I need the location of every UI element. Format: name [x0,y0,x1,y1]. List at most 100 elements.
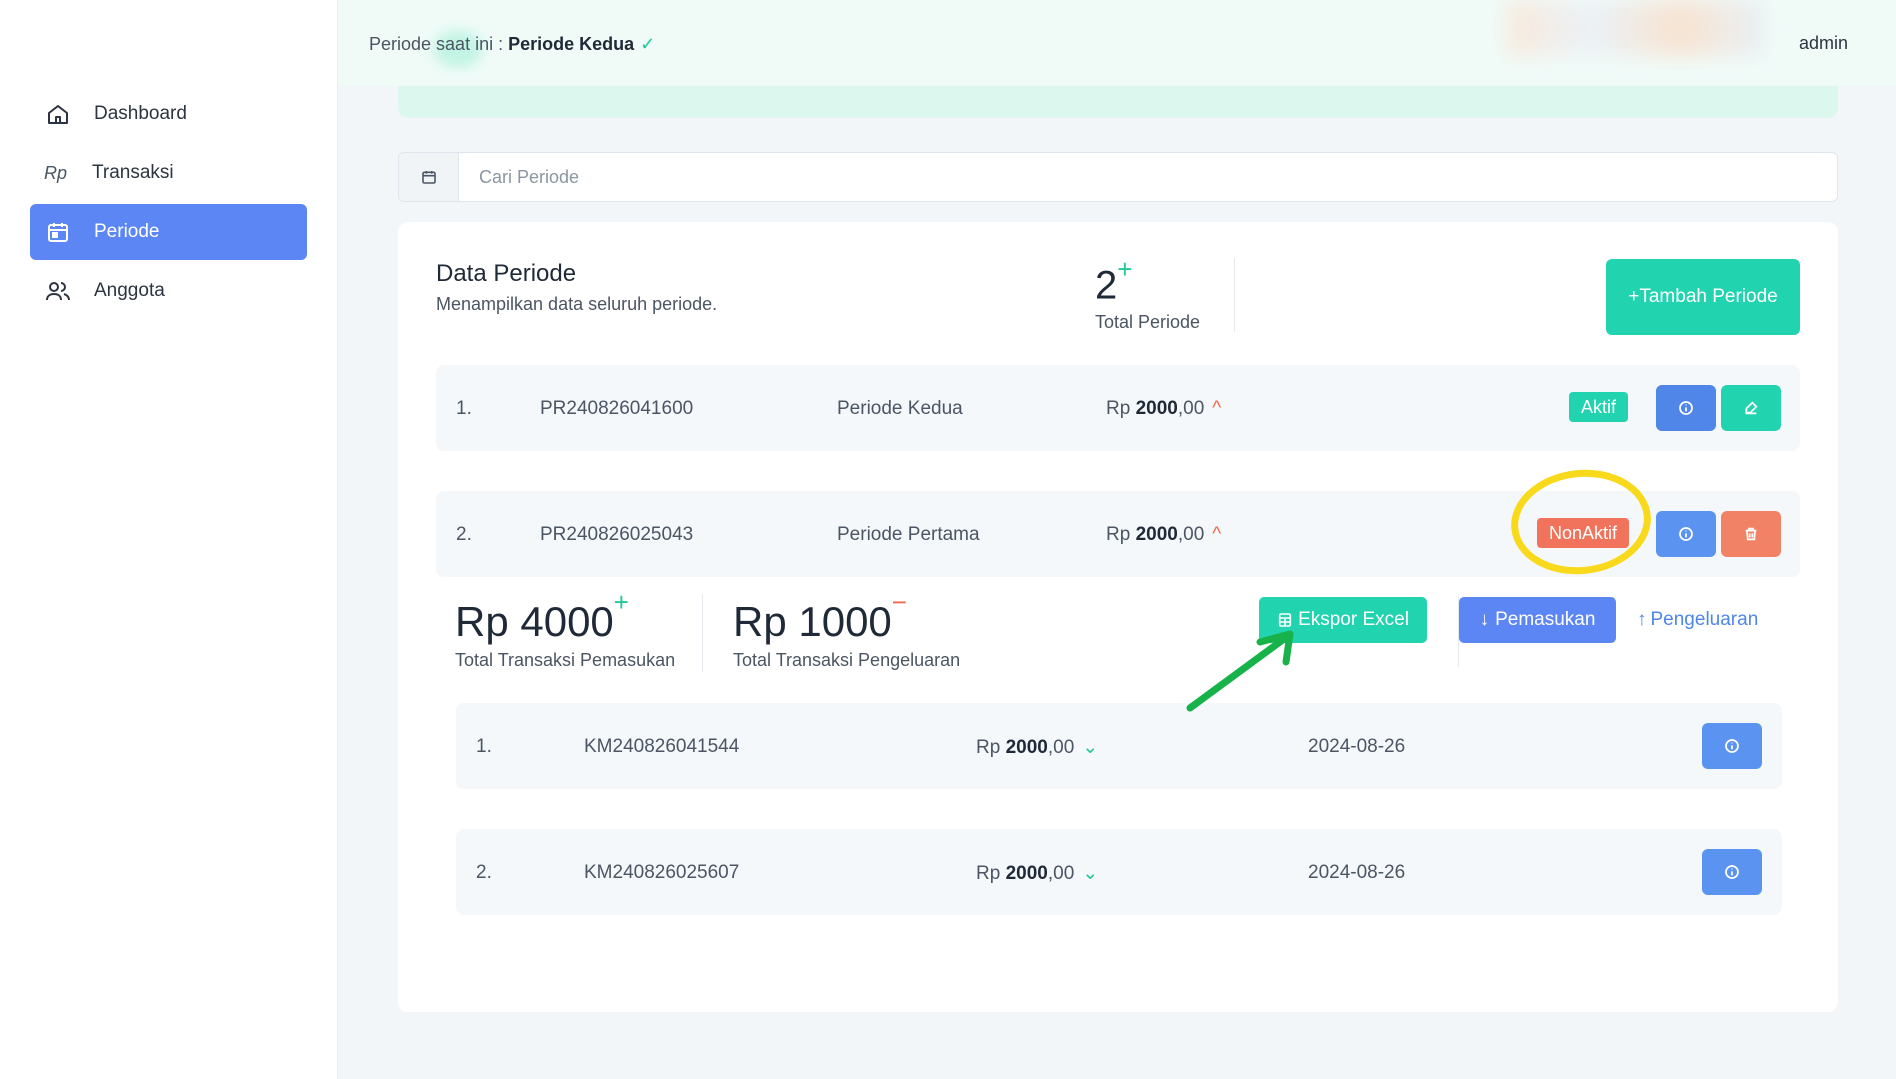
currency: Rp [1106,524,1131,545]
sidebar-item-transaksi[interactable]: Rp Transaksi [30,145,307,201]
divider [1234,258,1235,332]
total-expense: Rp 1000− [733,587,907,646]
sidebar-item-label: Dashboard [94,103,187,124]
period-name: Periode Kedua [837,398,963,419]
currency: Rp [1106,398,1131,419]
delete-button[interactable] [1721,511,1781,557]
current-period-prefix: Periode saat ini : [369,34,504,54]
rupiah-icon: Rp [44,162,68,183]
period-amount: Rp 2000,00 ^ [1106,398,1221,420]
chevron-up-icon: ^ [1212,524,1222,545]
detail-button[interactable] [1702,849,1762,895]
tab-pemasukan-label: Pemasukan [1495,609,1596,630]
sidebar-item-dashboard[interactable]: Dashboard [30,86,307,142]
transaction-amount: Rp 2000,00 ⌄ [976,862,1098,885]
amount-value: 2000 [1005,863,1048,884]
period-card: Data Periode Menampilkan data seluruh pe… [398,222,1838,1012]
tab-pengeluaran[interactable]: ↑ Pengeluaran [1637,609,1758,631]
sidebar-item-periode[interactable]: Periode [30,204,307,260]
current-period-name: Periode Kedua [508,34,635,54]
currency: Rp [976,737,1001,758]
period-amount: Rp 2000,00 ^ [1106,524,1221,546]
total-income: Rp 4000+ [455,587,629,646]
chevron-up-icon: ^ [1212,398,1222,419]
amount-decimals: ,00 [1177,398,1205,419]
detail-button[interactable] [1656,511,1716,557]
current-period: Periode saat ini : Periode Kedua ✓ [369,34,655,55]
total-income-label: Total Transaksi Pemasukan [455,650,676,670]
transaction-amount: Rp 2000,00 ⌄ [976,736,1098,759]
sidebar-item-label: Anggota [94,280,165,301]
info-icon [1679,401,1693,415]
total-expense-value: Rp 1000 [733,598,892,645]
period-code: PR240826041600 [540,398,694,419]
divider [702,594,703,672]
transaction-code: KM240826041544 [584,736,740,757]
amount-value: 2000 [1135,524,1178,545]
row-number: 2. [476,862,492,883]
info-icon [1725,865,1739,879]
home-icon [44,100,72,128]
transaction-row: 1. KM240826041544 Rp 2000,00 ⌄ 2024-08-26 [456,703,1782,789]
sidebar-item-anggota[interactable]: Anggota [30,263,307,319]
calendar-icon [44,218,72,246]
transaction-date: 2024-08-26 [1308,736,1406,757]
top-header: Periode saat ini : Periode Kedua ✓ admin [338,0,1896,86]
users-icon [44,277,72,305]
amount-value: 2000 [1005,737,1048,758]
add-period-button[interactable]: +Tambah Periode [1606,259,1800,335]
row-number: 1. [456,398,472,419]
currency: Rp [976,863,1001,884]
period-code: PR240826025043 [540,524,694,545]
info-icon [1679,527,1693,541]
period-row: 2. PR240826025043 Periode Pertama Rp 200… [436,491,1800,577]
export-excel-button[interactable]: Ekspor Excel [1259,597,1427,643]
info-banner [398,86,1838,118]
minus-icon: − [891,587,907,617]
plus-icon: + [1117,254,1133,284]
arrow-down-icon: ↓ [1479,609,1490,630]
amount-value: 2000 [1135,398,1178,419]
sidebar-item-label: Periode [94,221,160,242]
card-subtitle: Menampilkan data seluruh periode. [436,294,718,314]
trash-icon [1745,527,1757,541]
edit-button[interactable] [1721,385,1781,431]
period-row: 1. PR240826041600 Periode Kedua Rp 2000,… [436,365,1800,451]
tab-pemasukan[interactable]: ↓ Pemasukan [1459,597,1616,643]
transaction-code: KM240826025607 [584,862,740,883]
info-icon [1725,739,1739,753]
period-name: Periode Pertama [837,524,980,545]
chevron-down-icon: ⌄ [1082,737,1099,758]
row-number: 2. [456,524,472,545]
amount-decimals: ,00 [1047,737,1075,758]
arrow-up-icon: ↑ [1637,609,1647,630]
tab-pengeluaran-label: Pengeluaran [1650,609,1759,630]
detail-button[interactable] [1656,385,1716,431]
sidebar: Dashboard Rp Transaksi Periode Anggota [0,0,338,1079]
export-excel-label: Ekspor Excel [1298,609,1409,630]
total-expense-label: Total Transaksi Pengeluaran [733,650,961,670]
transaction-date: 2024-08-26 [1308,862,1406,883]
calendar-icon [399,153,459,201]
status-badge-active: Aktif [1569,392,1629,422]
plus-icon: + [613,587,629,617]
sidebar-item-label: Transaksi [92,162,174,183]
total-period-value: 2+ [1095,254,1132,308]
user-menu[interactable]: admin [1799,33,1848,54]
spreadsheet-icon [1278,613,1292,627]
blurred-profile-image [1506,0,1766,56]
chevron-down-icon: ⌄ [1082,863,1099,884]
sidebar-nav: Dashboard Rp Transaksi Periode Anggota [30,86,307,322]
total-income-value: Rp 4000 [455,598,614,645]
total-period-label: Total Periode [1095,312,1201,332]
row-number: 1. [476,736,492,757]
detail-button[interactable] [1702,723,1762,769]
search-bar [398,152,1838,202]
status-badge-inactive: NonAktif [1537,518,1630,548]
total-period-number: 2 [1095,263,1118,308]
edit-icon [1745,401,1758,415]
amount-decimals: ,00 [1047,863,1075,884]
search-input[interactable] [459,153,1837,201]
transaction-row: 2. KM240826025607 Rp 2000,00 ⌄ 2024-08-26 [456,829,1782,915]
card-title: Data Periode [436,260,577,287]
